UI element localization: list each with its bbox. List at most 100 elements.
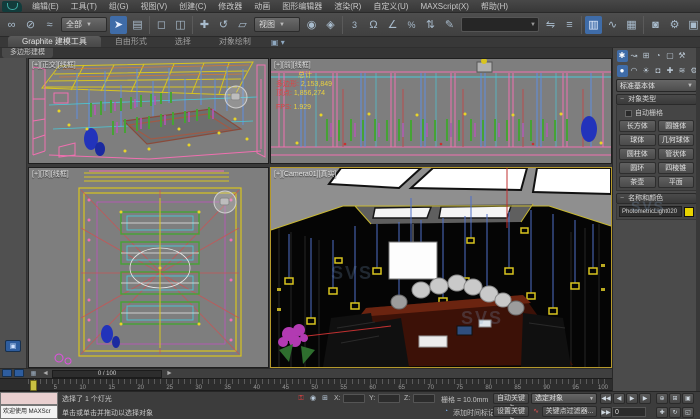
layer-manager-icon[interactable]: ▥ — [585, 16, 602, 34]
timebar-grid-icon[interactable]: ▦ — [29, 370, 38, 378]
app-logo-icon[interactable] — [2, 1, 22, 12]
previous-frame-button[interactable]: ◀ — [613, 393, 625, 404]
menu-item-10[interactable]: MAXScript(X) — [414, 0, 474, 13]
primitive-button-0[interactable]: 长方体 — [619, 120, 656, 132]
add-time-tag[interactable]: 添加时间标记 — [453, 408, 495, 418]
menu-item-8[interactable]: 渲染(R) — [328, 0, 367, 13]
primitive-button-2[interactable]: 球体 — [619, 134, 656, 146]
maximize-viewport-icon[interactable]: ◱ — [682, 407, 694, 418]
object-color-swatch[interactable] — [684, 207, 694, 217]
object-type-rollout-header[interactable]: −对象类型 — [616, 94, 697, 105]
menu-item-9[interactable]: 自定义(U) — [367, 0, 414, 13]
set-key-button[interactable]: 设置关键点 — [493, 406, 529, 417]
display-tab-icon[interactable]: ▢ — [665, 50, 676, 62]
viewport-top-left[interactable]: [+][正交][线框] — [28, 58, 269, 164]
zoom-extents-icon[interactable]: ▣ — [682, 393, 694, 404]
key-filters-button[interactable]: 关键点过滤器... — [542, 406, 597, 417]
select-manipulate-icon[interactable]: ◈ — [322, 16, 339, 34]
viewport-label-front[interactable]: [+][前][线框] — [274, 60, 311, 70]
primitive-button-4[interactable]: 圆柱体 — [619, 148, 656, 160]
viewport-bottom-left[interactable]: [+][顶][线框] — [28, 167, 269, 368]
primitive-button-7[interactable]: 四棱锥 — [658, 162, 695, 174]
schematic-view-icon[interactable]: ▦ — [623, 16, 640, 34]
key-filters-icon[interactable]: ∿ — [531, 407, 541, 417]
ribbon-tab-2[interactable]: 选择 — [161, 36, 205, 47]
select-scale-icon[interactable]: ▱ — [234, 16, 251, 34]
viewport-label-camera[interactable]: [+][Camera01][真实] — [274, 169, 336, 179]
hierarchy-tab-icon[interactable]: ⊞ — [641, 50, 652, 62]
align-icon[interactable]: ≡ — [561, 16, 578, 34]
ribbon-tab-0[interactable]: Graphite 建模工具 — [8, 36, 101, 47]
helpers-category-icon[interactable]: ✚ — [665, 65, 676, 77]
cameras-category-icon[interactable]: ◘ — [653, 65, 664, 77]
selection-filter-dropdown[interactable]: 全部▼ — [61, 17, 107, 32]
primitive-button-8[interactable]: 茶壶 — [619, 176, 656, 188]
selection-set-dropdown[interactable]: 选定对象▼ — [531, 393, 597, 404]
bind-to-spacewarp-icon[interactable]: ≈ — [41, 16, 58, 34]
utilities-tab-icon[interactable]: ⚒ — [677, 50, 688, 62]
menu-item-4[interactable]: 创建(C) — [173, 0, 212, 13]
command-panel-scrollbar[interactable] — [696, 48, 700, 391]
keyboard-override-icon[interactable]: 3 — [346, 16, 363, 34]
polygon-modeling-panel-tab[interactable]: 多边形建模 — [2, 48, 53, 58]
viewport-top-right[interactable]: [+][前][线框] 总计 多边形: 2,153,849 顶点: 1,856,2… — [270, 58, 612, 164]
shapes-category-icon[interactable]: ◠ — [629, 65, 640, 77]
key-mode-button[interactable]: ▶▶ — [600, 407, 612, 418]
rectangular-region-icon[interactable]: ◻ — [153, 16, 170, 34]
percent-snap-icon[interactable]: % — [403, 16, 420, 34]
frame-back-arrow[interactable]: ◄ — [42, 370, 49, 378]
curve-editor-icon[interactable]: ∿ — [604, 16, 621, 34]
z-coordinate-field[interactable] — [413, 394, 435, 403]
render-setup-icon[interactable]: ⚙ — [666, 16, 683, 34]
angle-snap-icon[interactable]: ∠ — [384, 16, 401, 34]
autogrid-checkbox-row[interactable]: 自动栅格 — [625, 108, 694, 118]
mini-curve-editor-button[interactable] — [2, 369, 12, 377]
x-coordinate-field[interactable] — [343, 394, 365, 403]
modify-tab-icon[interactable]: ↝ — [629, 50, 640, 62]
spinner-snap-icon[interactable]: ⇅ — [422, 16, 439, 34]
current-frame-display[interactable]: 0 / 100 — [52, 370, 162, 378]
primitive-button-3[interactable]: 几何球体 — [658, 134, 695, 146]
edit-named-sets-icon[interactable]: ✎ — [441, 16, 458, 34]
menu-item-7[interactable]: 图形编辑器 — [276, 0, 328, 13]
viewport-label-top[interactable]: [+][顶][线框] — [32, 169, 69, 179]
viewport-label-orthographic[interactable]: [+][正交][线框] — [32, 60, 76, 70]
unlink-selection-icon[interactable]: ⊘ — [22, 16, 39, 34]
trackbar-filter-button[interactable] — [14, 369, 24, 377]
autogrid-checkbox[interactable] — [625, 110, 632, 117]
current-frame-field[interactable]: 0 — [612, 407, 646, 417]
select-rotate-icon[interactable]: ↺ — [215, 16, 232, 34]
maxscript-welcome-box[interactable]: 欢迎使用 MAXScr — [0, 405, 58, 419]
window-crossing-icon[interactable]: ◫ — [172, 16, 189, 34]
primitive-button-5[interactable]: 管状体 — [658, 148, 695, 160]
lights-category-icon[interactable]: ☀ — [641, 65, 652, 77]
primitive-button-9[interactable]: 平面 — [658, 176, 695, 188]
select-and-link-icon[interactable]: ∞ — [3, 16, 20, 34]
menu-item-6[interactable]: 动画 — [248, 0, 276, 13]
primitive-button-1[interactable]: 圆锥体 — [658, 120, 695, 132]
pan-viewport-icon[interactable]: ✚ — [656, 407, 668, 418]
select-object-icon[interactable]: ➤ — [110, 16, 127, 34]
zoom-viewport-icon[interactable]: ⊕ — [656, 393, 668, 404]
menu-item-1[interactable]: 工具(T) — [65, 0, 103, 13]
named-selection-sets-field[interactable]: ▼ — [461, 17, 539, 32]
rendered-frame-icon[interactable]: ▣ — [685, 16, 700, 34]
use-pivot-point-icon[interactable]: ◉ — [303, 16, 320, 34]
menu-item-0[interactable]: 编辑(E) — [26, 0, 65, 13]
left-dock-button[interactable]: ▣ — [5, 340, 21, 352]
next-frame-button[interactable]: ▶ — [639, 393, 651, 404]
ribbon-minimize-icon[interactable]: ▣ ▾ — [271, 38, 285, 47]
ribbon-tab-1[interactable]: 自由形式 — [101, 36, 161, 47]
menu-item-2[interactable]: 组(G) — [103, 0, 135, 13]
primitive-button-6[interactable]: 圆环 — [619, 162, 656, 174]
absolute-mode-icon[interactable]: ⊞ — [320, 394, 330, 404]
mirror-icon[interactable]: ⇋ — [542, 16, 559, 34]
create-tab-icon[interactable]: ✱ — [617, 50, 628, 62]
menu-item-3[interactable]: 视图(V) — [134, 0, 173, 13]
reference-coordinate-dropdown[interactable]: 视图▼ — [254, 17, 300, 32]
track-bar[interactable]: 5101520253035404550556065707580859095100 — [0, 378, 612, 391]
spacewarps-category-icon[interactable]: ≋ — [677, 65, 688, 77]
isolate-key-icon[interactable]: ⚿ — [296, 394, 306, 404]
zoom-all-icon[interactable]: ⊞ — [669, 393, 681, 404]
go-to-start-button[interactable]: ◀◀ — [600, 393, 612, 404]
